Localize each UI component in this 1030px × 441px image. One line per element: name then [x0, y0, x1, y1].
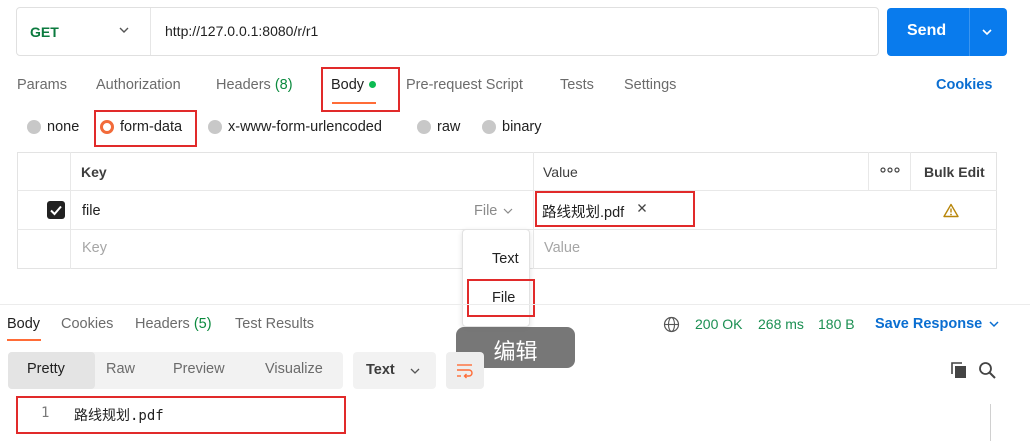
tab-params[interactable]: Params	[17, 77, 67, 93]
row-enabled-checkbox[interactable]	[47, 201, 65, 219]
wrap-lines-icon	[457, 364, 473, 379]
response-size[interactable]: 180 B	[818, 316, 855, 332]
response-time[interactable]: 268 ms	[758, 316, 804, 332]
response-tab-cookies[interactable]: Cookies	[61, 316, 113, 332]
response-tab-headers-label: Headers	[135, 316, 190, 332]
radio-urlencoded[interactable]	[208, 120, 222, 134]
response-view-switcher: Pretty Raw Preview Visualize	[8, 352, 343, 389]
table-col-divider	[868, 152, 869, 191]
tab-authorization[interactable]: Authorization	[96, 77, 181, 93]
format-select-label: Text	[366, 362, 395, 378]
radio-none-label[interactable]: none	[47, 119, 79, 135]
save-response-button[interactable]: Save Response	[875, 316, 982, 332]
send-button[interactable]: Send	[887, 8, 1007, 56]
highlight-box-body-tab	[321, 67, 400, 112]
send-divider	[969, 8, 970, 56]
table-header-divider	[17, 190, 997, 191]
radio-raw[interactable]	[417, 120, 431, 134]
warning-icon	[943, 203, 959, 218]
method-label: GET	[30, 24, 59, 40]
chevron-down-icon	[410, 368, 420, 374]
response-tab-underline	[7, 339, 41, 341]
view-visualize[interactable]: Visualize	[265, 361, 323, 377]
radio-urlencoded-label[interactable]: x-www-form-urlencoded	[228, 119, 382, 135]
tab-headers[interactable]: Headers (8)	[216, 77, 293, 93]
tab-headers-count: (8)	[274, 77, 293, 93]
radio-raw-label[interactable]: raw	[437, 119, 460, 135]
view-pretty[interactable]: Pretty	[27, 361, 65, 377]
response-tab-headers-count: (5)	[193, 316, 212, 332]
radio-binary-label[interactable]: binary	[502, 119, 542, 135]
chevron-down-icon[interactable]	[980, 25, 994, 39]
highlight-box-response-body	[16, 396, 346, 434]
method-select[interactable]: GET	[17, 8, 151, 55]
row-key[interactable]: file	[82, 203, 101, 219]
response-tab-test-results[interactable]: Test Results	[235, 316, 314, 332]
chevron-down-icon[interactable]	[502, 205, 514, 217]
bulk-edit-button[interactable]: Bulk Edit	[924, 164, 985, 180]
view-raw[interactable]: Raw	[106, 361, 135, 377]
checkmark-icon	[50, 205, 62, 216]
search-icon[interactable]	[978, 361, 997, 380]
copy-icon[interactable]	[950, 361, 968, 379]
response-tab-body[interactable]: Body	[7, 316, 40, 332]
send-label: Send	[907, 22, 947, 39]
cookies-link[interactable]: Cookies	[936, 77, 992, 93]
wrap-lines-button[interactable]	[446, 352, 484, 389]
url-bar: GET http://127.0.0.1:8080/r/r1	[16, 7, 879, 56]
highlight-box-form-data	[94, 110, 197, 147]
table-col-divider	[533, 152, 534, 269]
chevron-down-icon	[119, 27, 129, 33]
scrollbar[interactable]	[990, 404, 991, 441]
dropdown-option-text[interactable]: Text	[492, 251, 519, 267]
view-preview[interactable]: Preview	[173, 361, 225, 377]
new-key-input[interactable]: Key	[82, 240, 107, 256]
table-col-divider	[910, 152, 911, 191]
tab-prerequest-script[interactable]: Pre-request Script	[406, 77, 523, 93]
table-col-divider	[70, 152, 71, 269]
row-type-select[interactable]: File	[474, 203, 497, 219]
tab-tests[interactable]: Tests	[560, 77, 594, 93]
url-input[interactable]: http://127.0.0.1:8080/r/r1	[165, 23, 318, 39]
tab-headers-label: Headers	[216, 77, 271, 93]
column-header-value: Value	[543, 164, 578, 180]
chevron-down-icon[interactable]	[988, 318, 1000, 330]
more-options-icon[interactable]	[880, 166, 900, 174]
new-value-input[interactable]: Value	[544, 240, 580, 256]
column-header-key: Key	[81, 164, 107, 180]
response-status[interactable]: 200 OK	[695, 316, 742, 332]
tab-settings[interactable]: Settings	[624, 77, 676, 93]
highlight-box-file-option	[467, 279, 535, 317]
response-tab-headers[interactable]: Headers (5)	[135, 316, 212, 332]
response-divider	[0, 304, 1030, 305]
radio-binary[interactable]	[482, 120, 496, 134]
globe-icon[interactable]	[663, 316, 680, 333]
radio-none[interactable]	[27, 120, 41, 134]
highlight-box-file-value	[535, 191, 695, 227]
format-select[interactable]: Text	[353, 352, 436, 389]
